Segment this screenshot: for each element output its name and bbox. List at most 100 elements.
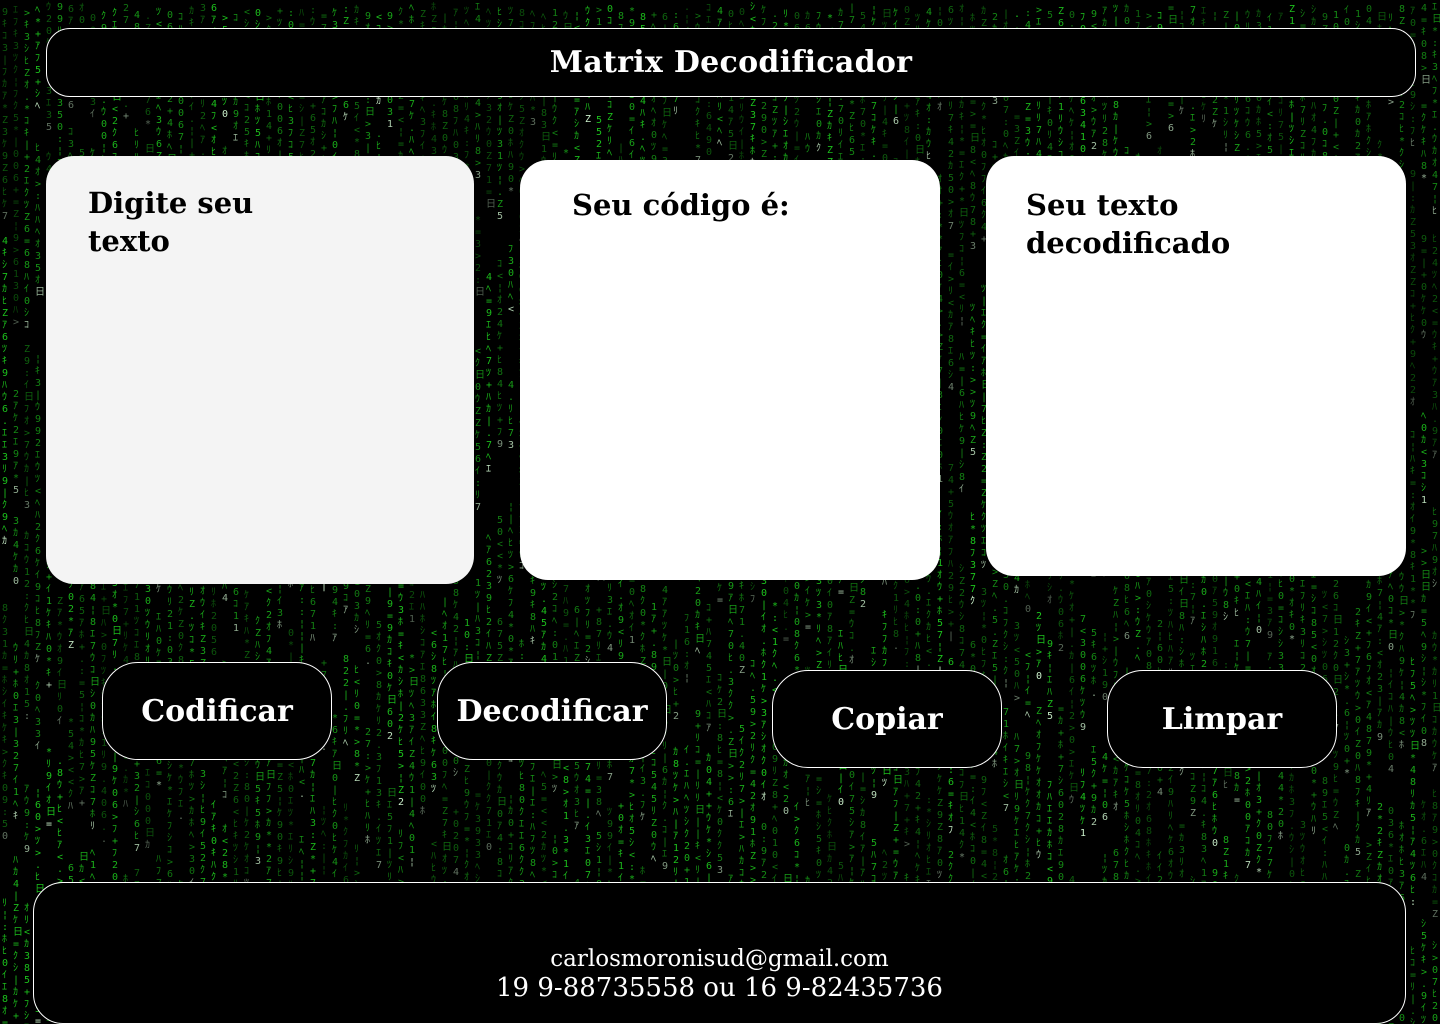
- encode-button[interactable]: Codificar: [102, 662, 332, 760]
- code-output[interactable]: [560, 280, 910, 550]
- svg-text:ｳ: ｳ: [35, 461, 40, 473]
- svg-text:ﾊ: ﾊ: [530, 624, 535, 635]
- svg-text::: :: [343, 4, 349, 15]
- svg-text:ｳ: ｳ: [442, 144, 447, 156]
- svg-text:ﾊ: ﾊ: [90, 725, 95, 736]
- svg-text:ｵ: ｵ: [57, 643, 62, 655]
- svg-text:ﾎ: ﾎ: [750, 838, 755, 850]
- svg-text:.: .: [57, 864, 63, 875]
- svg-text:>: >: [728, 773, 734, 784]
- svg-text:¦: ¦: [574, 11, 580, 22]
- svg-text:ｶ: ｶ: [739, 855, 744, 867]
- svg-text:ﾍ: ﾍ: [189, 830, 194, 841]
- svg-text:*: *: [266, 830, 272, 841]
- copy-button[interactable]: Copiar: [772, 670, 1002, 768]
- svg-text:ﾂ: ﾂ: [35, 836, 40, 847]
- svg-text:*: *: [530, 105, 536, 116]
- svg-text:8: 8: [35, 618, 41, 629]
- svg-text:1: 1: [552, 8, 558, 19]
- svg-text:|: |: [486, 770, 492, 781]
- svg-text:ﾘ: ﾘ: [596, 641, 601, 652]
- svg-text:ｺ: ｺ: [244, 866, 249, 877]
- svg-text:ﾋ: ﾋ: [673, 686, 678, 698]
- svg-text:0: 0: [442, 758, 448, 769]
- svg-text:*: *: [288, 640, 294, 651]
- clear-button[interactable]: Limpar: [1107, 670, 1337, 768]
- svg-text:0: 0: [673, 663, 679, 674]
- svg-text:<: <: [211, 123, 217, 134]
- svg-text:ﾋ: ﾋ: [398, 736, 403, 748]
- svg-text:ﾌ: ﾌ: [398, 841, 403, 852]
- svg-text:ﾊ: ﾊ: [475, 122, 480, 133]
- svg-text:2: 2: [178, 595, 184, 606]
- svg-text:5: 5: [244, 127, 250, 138]
- input-panel[interactable]: Digite seu texto: [46, 156, 474, 584]
- decode-button[interactable]: Decodificar: [437, 662, 667, 760]
- svg-text:ｶ: ｶ: [233, 96, 238, 108]
- svg-text:ｷ: ｷ: [244, 139, 249, 150]
- svg-text:<: <: [717, 114, 723, 125]
- svg-text:ｳ: ｳ: [46, 151, 51, 163]
- svg-text:9: 9: [57, 2, 63, 13]
- svg-text:7: 7: [585, 870, 591, 881]
- svg-text:8: 8: [24, 963, 30, 974]
- input-textarea[interactable]: [86, 276, 444, 554]
- svg-text:ﾊ: ﾊ: [255, 140, 260, 151]
- svg-text:日: 日: [24, 627, 34, 638]
- svg-text:ｵ: ｵ: [79, 2, 84, 14]
- svg-text:1: 1: [310, 621, 316, 632]
- svg-text:ﾊ: ﾊ: [431, 851, 436, 862]
- svg-text:7: 7: [739, 784, 745, 795]
- svg-text:=: =: [618, 837, 624, 848]
- svg-text:ﾊ: ﾊ: [739, 844, 744, 855]
- svg-text:Z: Z: [24, 68, 30, 79]
- svg-text:ｶ: ｶ: [13, 986, 18, 998]
- svg-text:>: >: [673, 675, 679, 686]
- svg-text:ｹ: ｹ: [497, 330, 502, 342]
- svg-text:ﾍ: ﾍ: [651, 106, 656, 117]
- svg-text:Z: Z: [750, 98, 756, 109]
- svg-text:ｱ: ｱ: [35, 41, 40, 52]
- svg-text:ﾋ: ﾋ: [24, 55, 29, 67]
- svg-text:<: <: [552, 128, 558, 139]
- svg-text:ｳ: ｳ: [178, 774, 183, 786]
- svg-text:0: 0: [2, 831, 8, 842]
- svg-text:6: 6: [233, 795, 239, 806]
- svg-text:ｱ: ｱ: [728, 593, 733, 604]
- svg-text:>: >: [475, 251, 481, 262]
- svg-text:+: +: [46, 572, 52, 583]
- svg-text:2: 2: [244, 115, 250, 126]
- svg-text:ｺ: ｺ: [79, 714, 84, 725]
- svg-text:日: 日: [35, 287, 45, 298]
- footer: carlosmoronisud@gmail.com 19 9-88735558 …: [33, 882, 1406, 1024]
- svg-text:ﾋ: ﾋ: [288, 103, 293, 115]
- svg-text:日: 日: [332, 761, 342, 772]
- svg-text:9: 9: [2, 512, 8, 523]
- svg-text:ﾍ: ﾍ: [486, 344, 491, 355]
- svg-text:ｴ: ｴ: [13, 437, 18, 448]
- svg-text:8: 8: [497, 857, 503, 868]
- svg-text:0: 0: [508, 126, 514, 137]
- svg-text:ｴ: ｴ: [486, 320, 491, 331]
- svg-text:4: 4: [13, 540, 19, 551]
- svg-text:ﾂ: ﾂ: [497, 127, 502, 138]
- svg-text:8: 8: [530, 612, 536, 623]
- svg-text:+: +: [13, 1011, 19, 1022]
- svg-text:ｴ: ｴ: [2, 428, 7, 439]
- svg-text:ﾂ: ﾂ: [673, 771, 678, 782]
- svg-text:+: +: [321, 658, 327, 669]
- svg-text:ﾘ: ﾘ: [112, 650, 117, 661]
- svg-text:9: 9: [13, 449, 19, 460]
- svg-text:ﾌ: ﾌ: [266, 794, 271, 805]
- svg-text:ｴ: ｴ: [728, 809, 733, 820]
- svg-text:ｲ: ｲ: [277, 596, 282, 607]
- svg-text:ﾋ: ﾋ: [35, 871, 40, 883]
- svg-text:>: >: [695, 11, 701, 22]
- svg-text:7: 7: [486, 806, 492, 817]
- svg-text:+: +: [651, 626, 657, 637]
- svg-text:1: 1: [13, 787, 19, 798]
- svg-text:ｼ: ｼ: [24, 1011, 29, 1022]
- decoded-output[interactable]: [1026, 276, 1376, 546]
- svg-text:ﾌ: ﾌ: [24, 999, 29, 1010]
- svg-text:ｸ: ｸ: [2, 758, 7, 770]
